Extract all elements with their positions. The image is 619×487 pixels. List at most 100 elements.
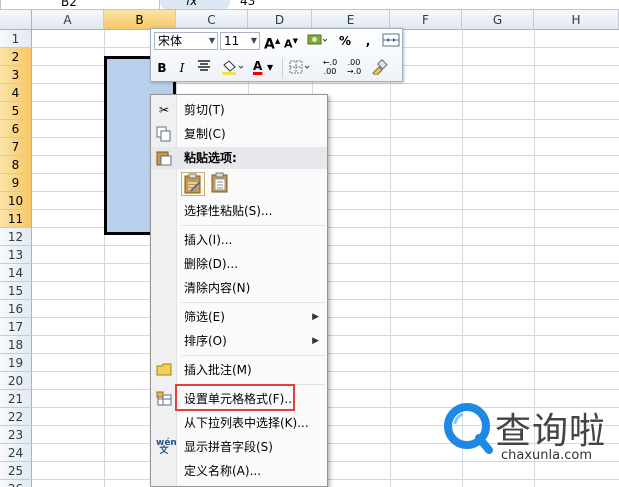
watermark-name: 查询啦: [495, 411, 607, 452]
row-header-11[interactable]: 11: [0, 210, 32, 228]
row-header-25[interactable]: 25: [0, 462, 32, 480]
row-header-12[interactable]: 12: [0, 228, 32, 246]
annotation-highlight-box: [175, 384, 295, 411]
format-painter-icon: [372, 59, 388, 77]
fill-color-button[interactable]: [219, 59, 245, 77]
bold-button[interactable]: B: [155, 59, 169, 77]
column-header-g[interactable]: G: [462, 10, 534, 30]
column-header-a[interactable]: A: [32, 10, 104, 30]
paste-option-values-button[interactable]: [209, 172, 233, 196]
select-all-corner[interactable]: [0, 10, 32, 30]
paste-icon: [184, 173, 201, 194]
row-header-14[interactable]: 14: [0, 264, 32, 282]
row-header-23[interactable]: 23: [0, 426, 32, 444]
row-header-21[interactable]: 21: [0, 390, 32, 408]
menu-item-label: 插入(I)...: [184, 233, 233, 247]
row-header-1[interactable]: 1: [0, 30, 32, 48]
row-header-10[interactable]: 10: [0, 192, 32, 210]
increase-decimal-button[interactable]: ←.0 .00: [319, 58, 341, 76]
menu-item-cut[interactable]: ✂ 剪切(T): [151, 99, 327, 121]
menu-item-label: 剪切(T): [184, 103, 225, 117]
row-header-7[interactable]: 7: [0, 138, 32, 156]
shrink-font-label: A: [284, 37, 293, 51]
menu-separator: [181, 302, 325, 303]
row-header-13[interactable]: 13: [0, 246, 32, 264]
column-header-c[interactable]: C: [176, 10, 248, 30]
menu-item-insert[interactable]: 插入(I)...: [151, 229, 327, 251]
menu-item-paste-special[interactable]: 选择性粘贴(S)...: [151, 200, 327, 222]
submenu-arrow-icon: ▶: [312, 336, 319, 346]
align-center-icon: [198, 60, 210, 71]
menu-item-clear-contents[interactable]: 清除内容(N): [151, 277, 327, 299]
mini-toolbar: 宋体 ▼ 11 ▼ A▲ A▼ % , B I A ▼ ←.0 .00 .00 …: [150, 28, 403, 82]
merge-cells-icon: [382, 33, 400, 47]
row-header-26[interactable]: 26: [0, 480, 32, 487]
column-header-h[interactable]: H: [534, 10, 619, 30]
row-header-19[interactable]: 19: [0, 354, 32, 372]
row-header-6[interactable]: 6: [0, 120, 32, 138]
font-name-select[interactable]: 宋体 ▼: [154, 32, 218, 50]
italic-button[interactable]: I: [175, 59, 189, 77]
menu-item-show-phonetic[interactable]: wén 文 显示拼音字段(S): [151, 436, 327, 458]
column-header-d[interactable]: D: [248, 10, 312, 30]
menu-item-label: 清除内容(N): [184, 281, 251, 295]
menu-item-label: 显示拼音字段(S): [184, 440, 273, 454]
row-header-5[interactable]: 5: [0, 102, 32, 120]
borders-button[interactable]: [287, 59, 313, 77]
copy-icon: [156, 126, 172, 142]
chevron-down-icon: ▼: [267, 63, 274, 72]
column-header-b[interactable]: B: [104, 10, 176, 30]
row-header-18[interactable]: 18: [0, 336, 32, 354]
column-header-e[interactable]: E: [312, 10, 390, 30]
row-header-15[interactable]: 15: [0, 282, 32, 300]
formula-input[interactable]: 43: [240, 0, 255, 9]
menu-item-label: 删除(D)...: [184, 257, 239, 271]
row-header-4[interactable]: 4: [0, 84, 32, 102]
decrease-decimal-button[interactable]: .00 →.0: [343, 58, 365, 76]
row-header-16[interactable]: 16: [0, 300, 32, 318]
grow-font-button[interactable]: A▲: [264, 32, 280, 53]
menu-item-delete[interactable]: 删除(D)...: [151, 253, 327, 275]
font-size-select[interactable]: 11 ▼: [220, 32, 260, 50]
format-painter-button[interactable]: [369, 59, 389, 77]
row-header-8[interactable]: 8: [0, 156, 32, 174]
number-format-button[interactable]: [305, 32, 329, 50]
clipboard-icon: [156, 150, 172, 166]
percent-button[interactable]: %: [338, 32, 352, 50]
menu-item-copy[interactable]: 复制(C): [151, 123, 327, 145]
currency-format-icon: [307, 34, 328, 45]
menu-item-pick-from-list[interactable]: 从下拉列表中选择(K)...: [151, 412, 327, 434]
menu-item-insert-comment[interactable]: 插入批注(M): [151, 359, 327, 381]
menu-item-filter[interactable]: 筛选(E) ▶: [151, 306, 327, 328]
menu-separator: [181, 355, 325, 356]
row-header-17[interactable]: 17: [0, 318, 32, 336]
menu-item-label: 复制(C): [184, 127, 226, 141]
toolbar-separator: [282, 58, 283, 78]
format-cells-icon: [156, 391, 172, 407]
menu-item-sort[interactable]: 排序(O) ▶: [151, 330, 327, 352]
menu-item-label: 选择性粘贴(S)...: [184, 204, 273, 218]
phonetic-icon: wén 文: [156, 438, 177, 456]
row-header-9[interactable]: 9: [0, 174, 32, 192]
name-box[interactable]: B2: [0, 0, 160, 9]
menu-item-label: 定义名称(A)...: [184, 464, 262, 478]
row-header-3[interactable]: 3: [0, 66, 32, 84]
column-header-f[interactable]: F: [390, 10, 462, 30]
row-header-24[interactable]: 24: [0, 444, 32, 462]
grow-font-label: A: [264, 36, 275, 53]
row-header-22[interactable]: 22: [0, 408, 32, 426]
row-header-20[interactable]: 20: [0, 372, 32, 390]
merge-center-button[interactable]: [382, 32, 400, 50]
comment-icon: [156, 362, 172, 378]
context-menu: ✂ 剪切(T) 复制(C) 粘贴选项: 选择性粘贴(S)... 插入(I)...…: [150, 94, 328, 487]
align-center-button[interactable]: [195, 59, 213, 77]
shrink-font-button[interactable]: A▼: [283, 32, 299, 51]
grid-line: [390, 30, 391, 487]
fx-button[interactable]: fx: [160, 0, 230, 9]
paste-option-default-button[interactable]: [181, 172, 205, 196]
comma-button[interactable]: ,: [363, 32, 373, 50]
font-color-button[interactable]: A ▼: [251, 59, 277, 77]
formula-bar: B2 fx 43: [0, 0, 619, 10]
menu-item-define-name[interactable]: 定义名称(A)...: [151, 460, 327, 482]
row-header-2[interactable]: 2: [0, 48, 32, 66]
